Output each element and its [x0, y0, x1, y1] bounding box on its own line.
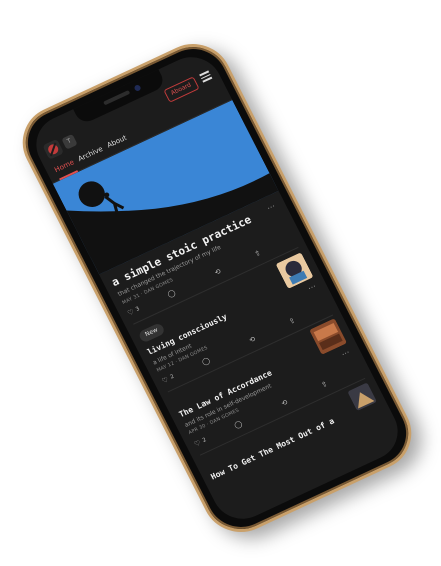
restack-icon[interactable]: ⟲ [248, 335, 257, 345]
like-icon[interactable]: ♡ [161, 376, 170, 386]
comment-icon[interactable]: ◯ [201, 356, 212, 366]
thumbnail-art [347, 382, 378, 412]
tab-chip[interactable]: T [61, 133, 78, 150]
comment-icon[interactable]: ◯ [233, 419, 244, 429]
like-count: 3 [134, 306, 141, 313]
like-count: 2 [169, 373, 176, 381]
comment-icon[interactable]: ◯ [166, 289, 177, 299]
front-camera [133, 84, 142, 92]
like-count: 2 [201, 437, 208, 444]
stage: T Aboard Home Archive About a simple sto… [0, 0, 441, 566]
restack-icon[interactable]: ⟲ [213, 267, 222, 277]
like-icon[interactable]: ♡ [126, 308, 135, 318]
restack-icon[interactable]: ⟲ [280, 398, 289, 408]
publication-logo[interactable] [42, 138, 65, 160]
phone-frame: T Aboard Home Archive About a simple sto… [9, 31, 425, 545]
more-icon[interactable]: ⋯ [306, 282, 317, 293]
menu-icon[interactable] [199, 70, 213, 83]
share-icon[interactable]: ⇧ [288, 316, 297, 326]
post-thumbnail[interactable] [347, 382, 378, 412]
more-icon[interactable]: ⋯ [340, 347, 351, 358]
share-icon[interactable]: ⇧ [320, 380, 329, 390]
more-icon[interactable]: ⋯ [265, 201, 276, 212]
share-icon[interactable]: ⇧ [253, 249, 262, 259]
phone-screen: T Aboard Home Archive About a simple sto… [25, 47, 409, 529]
speaker-grille [103, 89, 131, 106]
logo-icon [42, 138, 65, 160]
like-icon[interactable]: ♡ [193, 439, 202, 449]
post-title[interactable]: How To Get The Most Out of a [209, 410, 349, 481]
